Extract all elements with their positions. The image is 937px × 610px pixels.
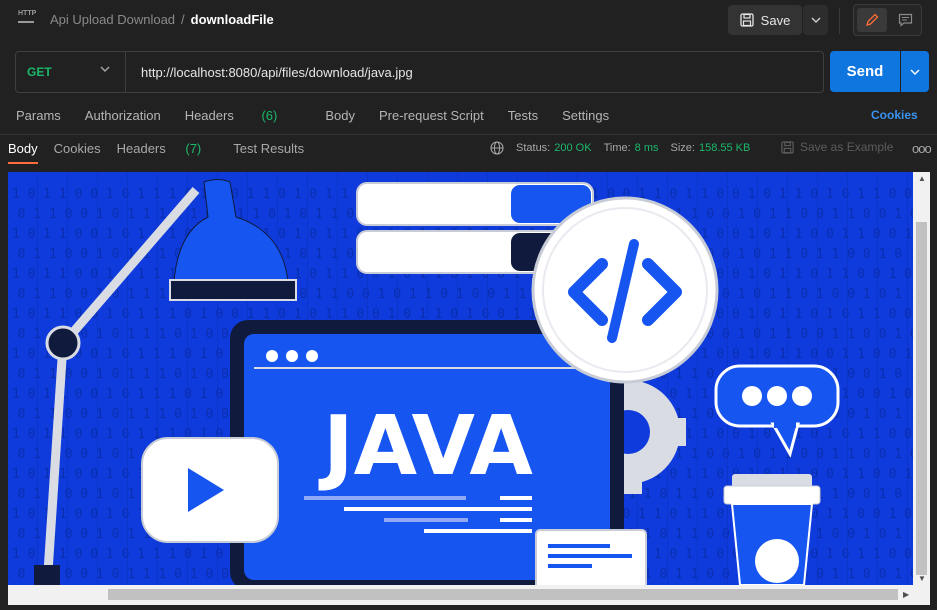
tab-body[interactable]: Body (325, 108, 355, 124)
view-toggle-group (853, 4, 922, 36)
time-label: Time: (603, 142, 631, 154)
tab-response-cookies[interactable]: Cookies (54, 141, 101, 157)
tab-test-results[interactable]: Test Results (233, 141, 304, 157)
scroll-right-icon[interactable]: ▶ (903, 590, 909, 599)
coffee-cup (723, 474, 821, 585)
java-illustration: 1 0 1 1 0 0 1 0 1 1 1 0 1 0 0 1 1 0 1 0 … (8, 172, 913, 585)
divider (0, 134, 937, 135)
edit-mode-button[interactable] (857, 8, 887, 32)
save-options-button[interactable] (803, 5, 828, 35)
headers-count: (6) (261, 108, 278, 123)
breadcrumb-separator: / (181, 12, 185, 27)
tab-headers[interactable]: Headers (6) (185, 108, 302, 124)
code-badge (531, 196, 719, 384)
request-name[interactable]: downloadFile (191, 12, 274, 27)
note-card (535, 529, 647, 585)
horizontal-scrollbar[interactable]: ▶ (8, 585, 913, 605)
tab-settings[interactable]: Settings (562, 108, 609, 124)
comments-button[interactable] (890, 8, 920, 32)
response-tabs: Body Cookies Headers (7) Test Results (8, 141, 320, 157)
scroll-down-icon[interactable]: ▼ (918, 574, 926, 583)
send-button[interactable]: Send (830, 51, 900, 92)
save-button[interactable]: Save (728, 5, 802, 35)
url-input[interactable]: http://localhost:8080/api/files/download… (141, 65, 413, 80)
tab-response-headers-label: Headers (116, 141, 166, 156)
save-as-example-label: Save as Example (800, 140, 894, 154)
vertical-scroll-thumb[interactable] (916, 222, 927, 575)
chevron-down-icon (910, 69, 920, 75)
status-label: Status: (516, 142, 551, 154)
request-tabs: Params Authorization Headers (6) Body Pr… (16, 108, 633, 124)
chevron-down-icon (100, 66, 110, 72)
time-value[interactable]: 8 ms (635, 142, 659, 154)
size-label: Size: (670, 142, 695, 154)
breadcrumb: Api Upload Download / downloadFile (50, 12, 274, 27)
method-select[interactable]: GET (16, 52, 126, 92)
tab-response-headers[interactable]: Headers (7) (117, 141, 218, 157)
comment-icon (898, 13, 912, 27)
size-value[interactable]: 158.55 KB (699, 142, 750, 154)
more-options-icon[interactable]: ooo (912, 141, 932, 156)
tab-params[interactable]: Params (16, 108, 61, 124)
scroll-up-icon[interactable]: ▲ (918, 174, 926, 183)
response-image[interactable]: 1 0 1 1 0 0 1 0 1 1 1 0 1 0 0 1 1 0 1 0 … (8, 172, 913, 585)
video-card (141, 437, 279, 543)
svg-text:1 0 1 1 0 0 1 0 1 1 1 0 1 0 0: 1 0 1 1 0 0 1 0 1 1 1 0 1 0 0 1 1 0 1 0 … (8, 287, 913, 302)
status-value[interactable]: 200 OK (554, 142, 591, 154)
tab-tests[interactable]: Tests (508, 108, 538, 124)
chevron-down-icon (811, 17, 820, 23)
send-label: Send (846, 63, 884, 80)
save-icon (781, 140, 794, 154)
tab-response-body[interactable]: Body (8, 141, 38, 157)
cookies-link[interactable]: Cookies (871, 108, 918, 122)
vertical-scrollbar[interactable]: ▲ ▼ (913, 172, 930, 585)
response-headers-count: (7) (185, 141, 202, 156)
java-wordmark: JAVA (318, 399, 533, 494)
save-label: Save (760, 12, 791, 28)
send-options-button[interactable] (901, 51, 929, 92)
http-request-icon: HTTP (18, 10, 40, 30)
response-meta: Status: 200 OK Time: 8 ms Size: 158.55 KB (490, 141, 762, 155)
tab-headers-label: Headers (184, 108, 234, 123)
request-url-bar: GET http://localhost:8080/api/files/down… (15, 51, 824, 93)
svg-text:1 0 1 1 0 0 1 0 1 1 1 0 1 0 0: 1 0 1 1 0 0 1 0 1 1 1 0 1 0 0 1 1 0 1 0 … (12, 307, 913, 322)
response-image-viewer: 1 0 1 1 0 0 1 0 1 1 1 0 1 0 0 1 1 0 1 0 … (8, 172, 930, 605)
horizontal-scroll-thumb[interactable] (108, 589, 898, 600)
tab-authorization[interactable]: Authorization (85, 108, 161, 124)
pencil-icon (866, 13, 879, 26)
method-label: GET (27, 65, 52, 79)
tab-prerequest-script[interactable]: Pre-request Script (379, 108, 484, 124)
globe-icon[interactable] (490, 141, 504, 155)
top-bar: HTTP Api Upload Download / downloadFile Sa… (0, 0, 937, 42)
save-icon (740, 13, 754, 27)
active-tab-indicator (8, 162, 38, 164)
divider (839, 8, 840, 34)
save-as-example-button[interactable]: Save as Example (781, 140, 893, 154)
breadcrumb-parent[interactable]: Api Upload Download (50, 12, 175, 27)
